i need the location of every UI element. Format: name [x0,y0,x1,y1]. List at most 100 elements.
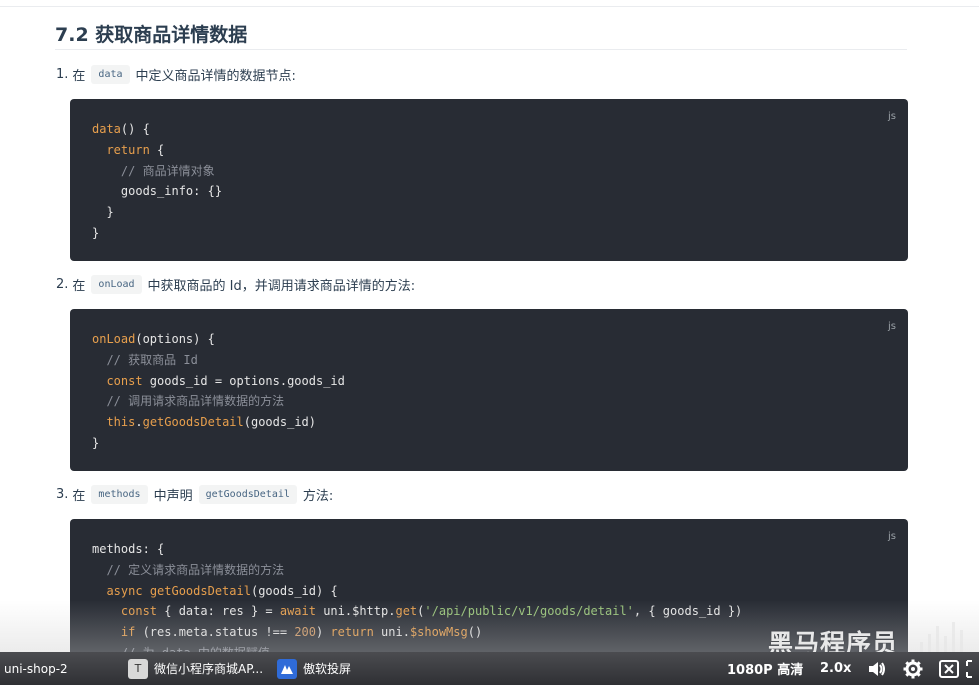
taskbar-item-apowermirror[interactable]: 傲软投屏 [277,652,351,685]
step-number: 1. [56,67,69,82]
code-token: () { [120,122,150,136]
code-block-1[interactable]: js data() { return { // 商品详情对象 goods_inf… [70,99,908,261]
language-label: js [888,111,896,122]
code-line: methods: { [92,539,886,560]
code-token: methods: { [92,542,165,556]
top-divider [0,6,979,7]
code-token: goods_id = options.goods_id [142,373,345,388]
code-token: if [120,625,136,640]
taskbar-item-uni-shop[interactable]: uni-shop-2 [4,652,68,685]
inline-code: getGoodsDetail [198,485,297,504]
playback-speed[interactable]: 2.0x [820,652,851,685]
inline-code: data [91,65,130,84]
code-line: onLoad(options) { [92,329,886,350]
code-block-2[interactable]: js onLoad(options) { // 获取商品 Id const go… [70,309,908,471]
code-token: (res.meta.status !== [135,625,295,640]
code-token: getGoodsDetail [142,415,244,430]
code-line: if (res.meta.status !== 200) return uni.… [92,622,886,643]
code-token: return [330,625,374,640]
code-token: // 定义请求商品详情数据的方法 [92,562,285,577]
code-token: const [120,604,158,619]
step-text: 中定义商品详情的数据节点: [135,69,296,84]
code-token: } [92,205,114,220]
code-token: { [149,142,165,157]
code-token: await [279,604,316,619]
code-token: const [106,373,143,388]
step-text: 中声明 [153,489,193,504]
code-token: this [106,415,136,430]
step-number: 3. [56,487,69,502]
code-token: (goods_id) [243,415,316,430]
code-token: , { goods_id }) [633,604,743,619]
code-token: } [92,435,100,450]
code-line: const { data: res } = await uni.$http.ge… [92,601,886,622]
code-line: data() { [92,119,886,140]
step-1: 1. 在 data 中定义商品详情的数据节点: [56,65,296,84]
code-token: data [92,122,121,136]
code-line: } [92,202,886,223]
fullscreen-icon[interactable] [966,652,978,685]
picture-in-picture-icon[interactable] [939,652,959,685]
code-line: // 获取商品 Id [92,350,886,371]
code-body: onLoad(options) { // 获取商品 Id const goods… [92,329,886,454]
code-token: uni. [373,625,410,640]
code-line: // 定义请求商品详情数据的方法 [92,560,886,581]
step-text: 在 [72,489,86,504]
code-line: const goods_id = options.goods_id [92,371,886,392]
code-line: return { [92,140,886,161]
taskbar: uni-shop-2 T 微信小程序商城AP... 傲软投屏 1080P 高清 … [0,652,979,685]
page-title: 7.2 获取商品详情数据 [55,24,248,46]
watermark-bars [916,618,976,652]
code-line: } [92,433,886,454]
step-text: 在 [72,279,86,294]
code-body: methods: { // 定义请求商品详情数据的方法 async getGoo… [92,539,886,659]
settings-gear-icon[interactable] [903,652,923,685]
code-line: goods_info: {} [92,181,886,202]
code-token: () [467,625,483,640]
code-token: async [106,583,143,598]
quality-selector[interactable]: 1080P 高清 [727,652,803,685]
step-number: 2. [56,277,69,292]
code-token: return [106,142,150,157]
code-token: // 调用请求商品详情数据的方法 [92,394,285,409]
step-text: 中获取商品的 Id，并调用请求商品详情的方法: [147,279,416,294]
code-token: uni.$http. [315,604,396,619]
code-token: '/api/public/v1/goods/detail' [424,604,634,619]
apowermirror-icon [277,658,297,679]
taskbar-item-notepad[interactable]: T 微信小程序商城AP... [128,652,263,685]
taskbar-item-label: 微信小程序商城AP... [154,662,264,676]
code-line: // 商品详情对象 [92,161,886,182]
code-body: data() { return { // 商品详情对象 goods_info: … [92,119,886,244]
code-token: ) [316,625,331,640]
volume-icon[interactable] [867,652,887,685]
step-2: 2. 在 onLoad 中获取商品的 Id，并调用请求商品详情的方法: [56,275,415,294]
code-token: goods_info: {} [92,184,223,199]
taskbar-item-label: uni-shop-2 [4,661,68,676]
code-token: get [395,604,418,619]
code-token: (goods_id) { [250,583,338,598]
taskbar-item-label: 傲软投屏 [303,662,352,676]
code-token: getGoodsDetail [149,583,251,598]
code-line: async getGoodsDetail(goods_id) { [92,581,886,602]
code-token: $showMsg [409,625,468,640]
code-token: // 获取商品 Id [92,352,198,367]
inline-code: methods [91,485,148,504]
step-3: 3. 在 methods 中声明 getGoodsDetail 方法: [56,485,333,504]
inline-code: onLoad [91,275,142,294]
code-line: this.getGoodsDetail(goods_id) [92,412,886,433]
code-token: } [92,225,100,240]
code-token: 200 [294,625,316,640]
code-line: } [92,223,886,244]
step-text: 方法: [302,489,334,504]
title-divider [55,49,907,50]
step-text: 在 [72,69,86,84]
code-token: . [135,415,143,430]
code-token: (options) { [135,332,215,346]
